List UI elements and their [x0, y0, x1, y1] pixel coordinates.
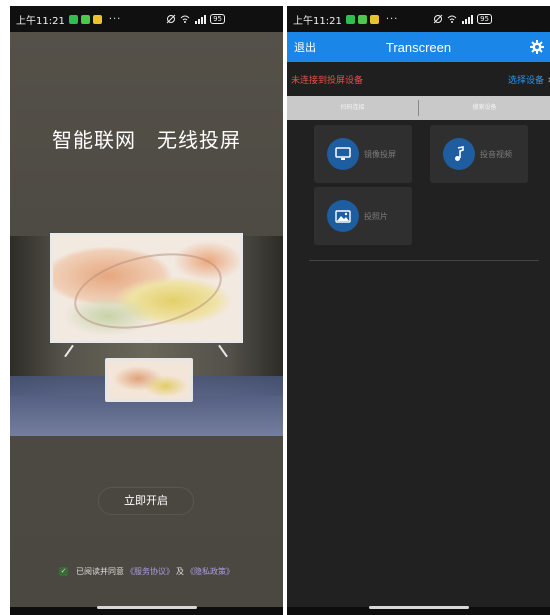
battery-indicator: 95	[210, 14, 225, 24]
app-notification-icon	[357, 14, 367, 24]
wifi-icon	[447, 15, 457, 23]
alarm-off-icon	[433, 14, 443, 24]
choose-device-link[interactable]: 选择设备	[508, 73, 544, 86]
service-agreement-link[interactable]: 《服务协议》	[126, 566, 174, 577]
mirror-cast-tile[interactable]: 镜像投屏	[314, 125, 412, 183]
home-indicator[interactable]	[368, 606, 469, 609]
welcome-screen: 上午11:21 ··· 95 智能联网 无线投屏 立即开启 ✓ 已阅读并同意 《…	[10, 6, 283, 615]
tab-scan-connect[interactable]: 扫码连接	[287, 96, 418, 120]
connection-status: 未连接到投屏设备	[291, 75, 364, 86]
cast-photo-tile[interactable]: 投照片	[314, 187, 412, 245]
cast-audio-video-tile[interactable]: 投音视频	[430, 125, 528, 183]
agreement-connector: 及	[176, 566, 184, 576]
welcome-headline: 智能联网 无线投屏	[52, 128, 241, 152]
hero-illustration	[10, 216, 283, 446]
tv-illustration	[50, 233, 243, 343]
connection-status-row: 未连接到投屏设备 选择设备 ›	[287, 62, 550, 96]
status-time: 上午11:21	[293, 15, 342, 27]
agreement-row: ✓ 已阅读并同意 《服务协议》 及 《隐私政策》	[10, 564, 283, 578]
more-notifications-icon: ···	[108, 13, 122, 25]
status-bar: 上午11:21 ··· 95	[287, 6, 550, 32]
wechat-notification-icon	[345, 14, 355, 24]
photo-icon	[327, 200, 359, 232]
wechat-notification-icon	[68, 14, 78, 24]
app-bar: 退出 Transcreen	[287, 32, 550, 62]
battery-indicator: 95	[477, 14, 492, 24]
music-note-icon	[443, 138, 475, 170]
tab-search-device[interactable]: 搜索设备	[419, 96, 550, 120]
exit-button[interactable]: 退出	[294, 39, 316, 55]
agreement-checkbox[interactable]: ✓	[59, 566, 68, 576]
divider	[309, 260, 539, 261]
tile-label: 镜像投屏	[364, 149, 396, 159]
agreement-prefix: 已阅读并同意	[76, 566, 124, 576]
signal-icon	[195, 15, 207, 24]
connection-tabs: 扫码连接 搜索设备	[287, 96, 550, 120]
phone-illustration	[105, 358, 193, 402]
wifi-icon	[180, 15, 190, 23]
signal-icon	[462, 15, 474, 24]
start-now-button[interactable]: 立即开启	[98, 487, 194, 515]
status-bar: 上午11:21 ··· 95	[10, 6, 283, 32]
gear-icon[interactable]	[530, 40, 544, 54]
transcreen-main-screen: 上午11:21 ··· 95 退出 Transcreen 未连接到投屏设备 选择	[287, 6, 550, 615]
status-time: 上午11:21	[16, 15, 65, 27]
app-notification-icon	[92, 14, 102, 24]
monitor-icon	[327, 138, 359, 170]
tile-label: 投照片	[364, 211, 388, 221]
app-notification-icon	[80, 14, 90, 24]
tile-label: 投音视频	[480, 149, 512, 159]
privacy-policy-link[interactable]: 《隐私政策》	[186, 566, 234, 577]
alarm-off-icon	[166, 14, 176, 24]
app-title: Transcreen	[385, 39, 452, 55]
home-indicator[interactable]	[96, 606, 197, 609]
more-notifications-icon: ···	[385, 13, 399, 25]
app-notification-icon	[369, 14, 379, 24]
